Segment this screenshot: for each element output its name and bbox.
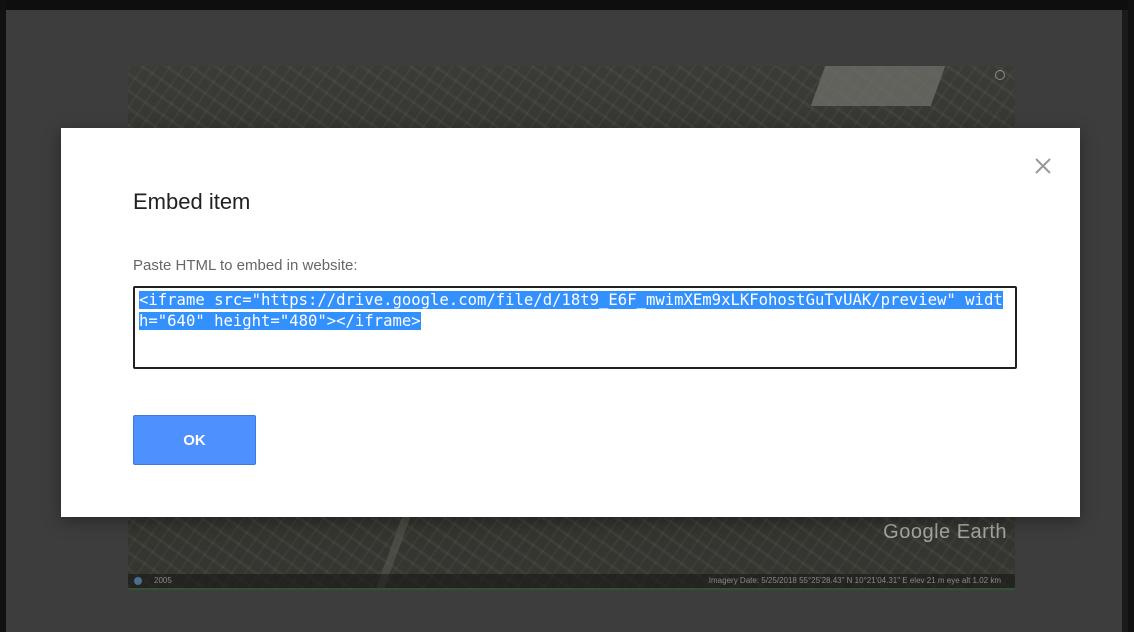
map-statusbar: 2005 Imagery Date: 5/25/2018 55°25'28.43…	[128, 574, 1015, 588]
close-button[interactable]	[1031, 154, 1055, 178]
embed-code-textarea[interactable]: <iframe src="https://drive.google.com/fi…	[133, 286, 1017, 369]
ok-button[interactable]: OK	[133, 415, 256, 465]
screen: Google Earth 2005 Imagery Date: 5/25/201…	[0, 0, 1134, 632]
globe-icon	[134, 577, 142, 585]
dialog-title: Embed item	[133, 189, 251, 214]
window-frame-left	[0, 0, 6, 632]
map-watermark: Google Earth	[883, 521, 1007, 543]
map-compass-icon	[995, 70, 1005, 80]
imagery-year: 2005	[154, 576, 172, 585]
map-building	[810, 66, 946, 106]
window-frame-right	[1128, 0, 1134, 632]
window-frame-top	[0, 0, 1134, 10]
embed-code-selection: <iframe src="https://drive.google.com/fi…	[139, 291, 1003, 330]
map-status-info: Imagery Date: 5/25/2018 55°25'28.43" N 1…	[708, 576, 1001, 585]
close-icon	[1035, 158, 1051, 174]
embed-dialog: Embed item Paste HTML to embed in websit…	[61, 128, 1080, 517]
embed-field-label: Paste HTML to embed in website:	[133, 257, 358, 274]
map-divider	[128, 588, 1015, 590]
